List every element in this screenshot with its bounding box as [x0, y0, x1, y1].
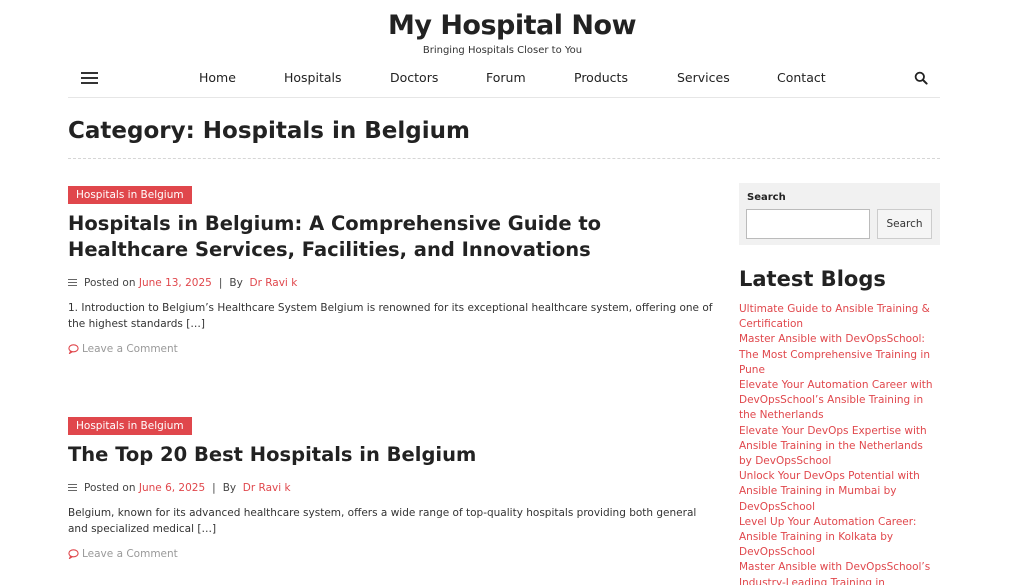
- posted-lines-icon: [68, 279, 77, 287]
- posted-on-label: Posted on: [84, 277, 136, 289]
- post-title[interactable]: Hospitals in Belgium: A Comprehensive Gu…: [68, 211, 718, 263]
- leave-comment-label: Leave a Comment: [82, 343, 178, 355]
- latest-blogs-heading: Latest Blogs: [739, 267, 886, 291]
- by-label: By: [229, 277, 243, 289]
- category-badge[interactable]: Hospitals in Belgium: [68, 186, 192, 204]
- main-navigation: Home Hospitals Doctors Forum Products Se…: [68, 64, 940, 98]
- sidebar-search-button[interactable]: Search: [877, 209, 932, 239]
- sidebar-search-input[interactable]: [746, 209, 870, 239]
- posted-lines-icon: [68, 484, 77, 492]
- posted-on-label: Posted on: [84, 482, 136, 494]
- search-icon[interactable]: [914, 71, 928, 85]
- post-title[interactable]: The Top 20 Best Hospitals in Belgium: [68, 442, 718, 468]
- post-item: Hospitals in Belgium The Top 20 Best Hos…: [68, 414, 718, 560]
- site-title[interactable]: My Hospital Now: [0, 10, 1024, 41]
- title-divider: [68, 158, 940, 159]
- latest-blog-link[interactable]: Elevate Your DevOps Expertise with Ansib…: [739, 424, 939, 470]
- category-badge[interactable]: Hospitals in Belgium: [68, 417, 192, 435]
- nav-item-home[interactable]: Home: [199, 70, 236, 85]
- post-meta: Posted on June 13, 2025 | By Dr Ravi k: [68, 277, 718, 289]
- page-title: Category: Hospitals in Belgium: [68, 118, 470, 144]
- nav-item-doctors[interactable]: Doctors: [390, 70, 438, 85]
- latest-blog-link[interactable]: Unlock Your DevOps Potential with Ansibl…: [739, 469, 939, 515]
- hamburger-menu-icon[interactable]: [81, 72, 98, 84]
- post-date[interactable]: June 13, 2025: [139, 277, 212, 289]
- nav-item-hospitals[interactable]: Hospitals: [284, 70, 342, 85]
- comment-bubble-icon: [68, 549, 79, 559]
- latest-blog-link[interactable]: Level Up Your Automation Career: Ansible…: [739, 515, 939, 561]
- meta-separator: |: [212, 482, 216, 494]
- sidebar-search-widget: Search Search: [739, 183, 940, 245]
- leave-comment-link[interactable]: Leave a Comment: [68, 343, 718, 355]
- latest-blog-link[interactable]: Master Ansible with DevOpsSchool: The Mo…: [739, 332, 939, 378]
- post-excerpt: 1. Introduction to Belgium’s Healthcare …: [68, 302, 713, 330]
- leave-comment-label: Leave a Comment: [82, 548, 178, 560]
- post-excerpt: Belgium, known for its advanced healthca…: [68, 507, 697, 535]
- by-label: By: [222, 482, 237, 494]
- site-tagline: Bringing Hospitals Closer to You: [422, 45, 583, 56]
- post-item: Hospitals in Belgium Hospitals in Belgiu…: [68, 183, 718, 355]
- latest-blog-link[interactable]: Ultimate Guide to Ansible Training & Cer…: [739, 302, 939, 332]
- meta-separator: |: [218, 277, 223, 289]
- search-widget-label: Search: [747, 192, 786, 203]
- latest-blogs-list: Ultimate Guide to Ansible Training & Cer…: [739, 302, 939, 585]
- nav-item-contact[interactable]: Contact: [777, 70, 826, 85]
- latest-blog-link[interactable]: Elevate Your Automation Career with DevO…: [739, 378, 939, 424]
- nav-item-services[interactable]: Services: [677, 70, 730, 85]
- post-date[interactable]: June 6, 2025: [139, 482, 205, 494]
- nav-item-products[interactable]: Products: [574, 70, 628, 85]
- nav-item-forum[interactable]: Forum: [486, 70, 526, 85]
- post-author[interactable]: Dr Ravi k: [249, 277, 297, 289]
- comment-bubble-icon: [68, 344, 79, 354]
- leave-comment-link[interactable]: Leave a Comment: [68, 548, 718, 560]
- post-meta: Posted on June 6, 2025 | By Dr Ravi k: [68, 482, 718, 494]
- post-author[interactable]: Dr Ravi k: [243, 482, 291, 494]
- latest-blog-link[interactable]: Master Ansible with DevOpsSchool’s Indus…: [739, 560, 939, 585]
